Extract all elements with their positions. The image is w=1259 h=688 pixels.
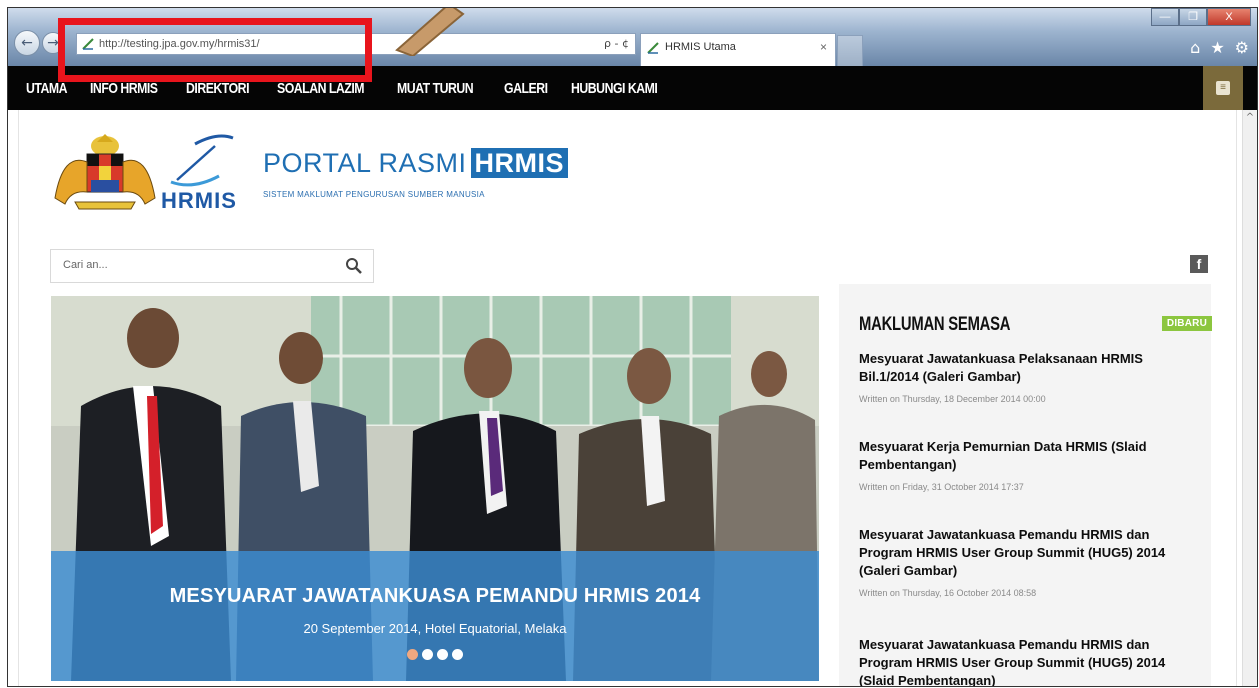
vertical-scrollbar[interactable]: [1242, 110, 1257, 686]
scroll-up-icon[interactable]: ^: [1244, 112, 1256, 124]
site-nav-items: UTAMA INFO HRMIS DIREKTORI SOALAN LAZIM MUAT…: [26, 66, 691, 110]
nav-item-muat-turun[interactable]: MUAT TURUN: [397, 80, 474, 97]
tab-label: HRMIS Utama: [665, 41, 736, 53]
nav-item-direktori[interactable]: DIREKTORI: [186, 80, 250, 97]
coat-of-arms-icon: [54, 134, 156, 210]
hrmis-mark: HRMIS: [159, 132, 249, 213]
page-content: HRMIS PORTAL RASMI HRMIS SISTEM MAKLUMAT …: [18, 110, 1237, 686]
facebook-icon[interactable]: f: [1190, 255, 1208, 273]
search-box: [50, 249, 374, 283]
tab-favicon-icon: [647, 42, 659, 54]
logo-title-boxed: HRMIS: [470, 148, 569, 178]
logo-subtitle: SISTEM MAKLUMAT PENGURUSAN SUMBER MANUSI…: [263, 190, 485, 199]
slider-dots: [51, 649, 819, 660]
browser-window: ← → http://testing.jpa.gov.my/hrmis31/ ρ…: [7, 7, 1258, 687]
slider-title: MESYUARAT JAWATANKUASA PEMANDU HRMIS 201…: [169, 585, 701, 607]
minimize-button[interactable]: —: [1151, 8, 1179, 26]
nav-item-utama[interactable]: UTAMA: [26, 80, 68, 97]
nav-item-galeri[interactable]: GALERI: [504, 80, 548, 97]
news-item[interactable]: Mesyuarat Jawatankuasa Pemandu HRMIS dan…: [859, 636, 1204, 686]
browser-chrome: ← → http://testing.jpa.gov.my/hrmis31/ ρ…: [8, 8, 1257, 66]
new-badge: DIBARU: [1161, 316, 1212, 331]
site-logo[interactable]: HRMIS PORTAL RASMI HRMIS SISTEM MAKLUMAT …: [51, 132, 569, 222]
news-title[interactable]: Mesyuarat Jawatankuasa Pelaksanaan HRMIS…: [859, 350, 1204, 386]
nav-item-hubungi-kami[interactable]: HUBUNGI KAMI: [571, 80, 658, 97]
slider-dot[interactable]: [452, 649, 463, 660]
news-meta: Written on Friday, 31 October 2014 17:37: [859, 482, 1024, 492]
nav-item-soalan-lazim[interactable]: SOALAN LAZIM: [277, 80, 365, 97]
news-meta: Written on Thursday, 18 December 2014 00…: [859, 394, 1046, 404]
back-button[interactable]: ←: [14, 30, 40, 56]
tab-hrmis-utama[interactable]: HRMIS Utama ×: [640, 33, 836, 66]
news-item[interactable]: Mesyuarat Kerja Pemurnian Data HRMIS (Sl…: [859, 438, 1204, 492]
settings-gear-icon[interactable]: ⚙: [1235, 38, 1249, 57]
news-title[interactable]: Mesyuarat Kerja Pemurnian Data HRMIS (Sl…: [859, 438, 1204, 474]
hrmis-swoosh-icon: [170, 134, 234, 187]
new-tab-button[interactable]: [837, 35, 863, 66]
news-item[interactable]: Mesyuarat Jawatankuasa Pelaksanaan HRMIS…: [859, 350, 1204, 404]
nav-item-info-hrmis[interactable]: INFO HRMIS: [90, 80, 158, 97]
favorites-star-icon[interactable]: ★: [1210, 38, 1224, 57]
site-favicon-icon: [82, 38, 94, 50]
slider-subtitle: 20 September 2014, Hotel Equatorial, Mel…: [303, 621, 567, 636]
news-slider[interactable]: MESYUARAT JAWATANKUASA PEMANDU HRMIS 201…: [51, 296, 819, 681]
forward-button[interactable]: →: [42, 32, 64, 54]
window-controls: — ❐ X: [1151, 8, 1251, 28]
site-nav-bar: UTAMA INFO HRMIS DIREKTORI SOALAN LAZIM MUAT…: [8, 66, 1257, 110]
slider-dot[interactable]: [422, 649, 433, 660]
home-icon[interactable]: ⌂: [1190, 38, 1200, 57]
search-input[interactable]: [61, 258, 335, 272]
news-title[interactable]: Mesyuarat Jawatankuasa Pemandu HRMIS dan…: [859, 526, 1204, 580]
slider-caption: MESYUARAT JAWATANKUASA PEMANDU HRMIS 201…: [51, 551, 819, 681]
close-window-button[interactable]: X: [1207, 8, 1251, 26]
news-title[interactable]: Mesyuarat Jawatankuasa Pemandu HRMIS dan…: [859, 636, 1204, 686]
logo-title-text: PORTAL RASMI: [263, 148, 467, 178]
rss-icon: ≡: [1216, 81, 1230, 95]
sidebar-title: MAKLUMAN SEMASA: [859, 314, 1011, 335]
sidebar-announcements: MAKLUMAN SEMASA DIBARU Mesyuarat Jawatan…: [839, 284, 1212, 686]
maximize-button[interactable]: ❐: [1179, 8, 1207, 26]
rss-button[interactable]: ≡: [1203, 66, 1243, 110]
slider-dot[interactable]: [437, 649, 448, 660]
logo-title: PORTAL RASMI HRMIS: [263, 148, 569, 179]
browser-toolbar: ⌂ ★ ⚙: [1190, 38, 1249, 57]
hrmis-mark-text: HRMIS: [161, 188, 237, 213]
search-icon[interactable]: [345, 257, 363, 275]
address-tools-icon[interactable]: ρ - ¢: [604, 34, 629, 54]
address-url: http://testing.jpa.gov.my/hrmis31/: [99, 38, 260, 50]
news-item[interactable]: Mesyuarat Jawatankuasa Pemandu HRMIS dan…: [859, 526, 1204, 598]
news-meta: Written on Thursday, 16 October 2014 08:…: [859, 588, 1037, 598]
slider-dot[interactable]: [407, 649, 418, 660]
tab-close-icon[interactable]: ×: [820, 40, 827, 54]
address-bar[interactable]: http://testing.jpa.gov.my/hrmis31/ ρ - ¢: [76, 33, 636, 55]
